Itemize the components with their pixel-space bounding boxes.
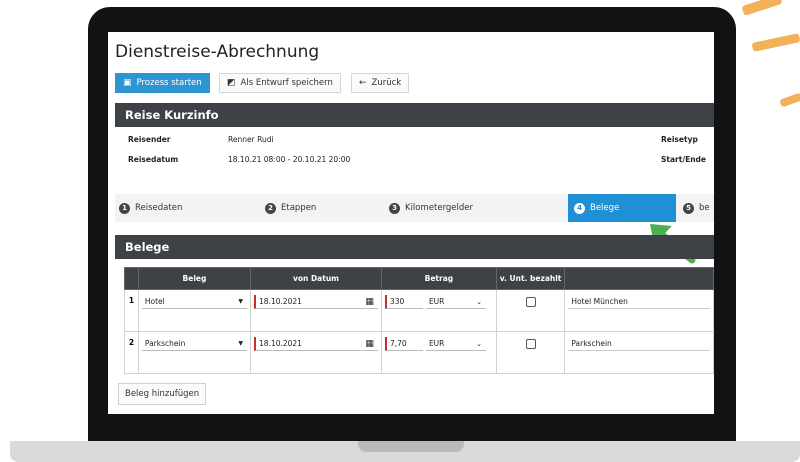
beleg-cell: Hotel ▼	[137, 289, 252, 332]
beleg-select[interactable]: Hotel ▼	[141, 295, 248, 309]
amount-value: 330	[389, 297, 405, 306]
step-label: Etappen	[281, 203, 317, 213]
column-header-von-datum: von Datum	[250, 267, 382, 290]
brush-stroke	[751, 33, 800, 52]
beleg-value: Parkschein	[144, 339, 186, 348]
betrag-cell: 7,70 EUR ⌄	[380, 331, 497, 374]
description-value: Parkschein	[571, 339, 612, 348]
step-number: 4	[574, 202, 585, 214]
step-kilometergelder[interactable]: 3 Kilometergelder	[389, 194, 473, 222]
belege-header: Belege	[115, 235, 714, 259]
step-number: 5	[683, 202, 694, 214]
laptop-notch	[358, 441, 464, 452]
date-value: 18.10.2021	[259, 297, 302, 306]
step-number: 3	[389, 202, 400, 214]
back-label: Zurück	[371, 78, 402, 88]
step-number: 2	[265, 202, 276, 214]
page-title: Dienstreise-Abrechnung	[115, 42, 320, 62]
save-draft-button[interactable]: ◩ Als Entwurf speichern	[219, 73, 341, 93]
row-number: 2	[124, 331, 139, 374]
step-label: be	[699, 203, 710, 213]
step-reisedaten[interactable]: 1 Reisedaten	[119, 194, 182, 222]
column-header-beschreibung	[564, 267, 714, 290]
step-etappen[interactable]: 2 Etappen	[265, 194, 316, 222]
currency-select[interactable]: EUR ⌄	[425, 295, 486, 309]
reisender-value: Renner Rudi	[228, 135, 274, 144]
paid-checkbox[interactable]	[525, 339, 536, 349]
step-belege[interactable]: 4 Belege	[568, 194, 676, 222]
bezahlt-cell	[495, 289, 566, 332]
startende-label: Start/Ende	[661, 155, 706, 164]
reisender-label: Reisender	[128, 135, 171, 144]
column-header-nr	[124, 267, 139, 290]
beleg-select[interactable]: Parkschein ▼	[141, 337, 248, 351]
step-5[interactable]: 5 be	[683, 194, 710, 222]
description-input[interactable]: Hotel München	[568, 295, 710, 309]
beleg-cell: Parkschein ▼	[137, 331, 252, 374]
save-icon: ▣	[123, 78, 132, 88]
column-header-bezahlt: v. Unt. bezahlt	[495, 267, 566, 290]
step-label: Belege	[590, 203, 620, 213]
step-number: 1	[119, 202, 130, 214]
start-process-button[interactable]: ▣ Prozess starten	[115, 73, 210, 93]
column-header-betrag: Betrag	[380, 267, 497, 290]
datum-cell: 18.10.2021 ▦	[250, 331, 382, 374]
step-label: Reisedaten	[135, 203, 183, 213]
amount-input[interactable]: 330	[384, 295, 423, 309]
app-screen: Dienstreise-Abrechnung ▣ Prozess starten…	[108, 32, 714, 414]
date-value: 18.10.2021	[259, 339, 302, 348]
beschreibung-cell: Parkschein	[564, 331, 714, 374]
draft-icon: ◩	[227, 78, 236, 88]
beschreibung-cell: Hotel München	[564, 289, 714, 332]
add-beleg-button[interactable]: Beleg hinzufügen	[118, 383, 207, 405]
paid-checkbox[interactable]	[525, 297, 536, 307]
amount-input[interactable]: 7,70	[384, 337, 423, 351]
kurzinfo-header: Reise Kurzinfo	[115, 103, 714, 127]
save-draft-label: Als Entwurf speichern	[240, 78, 333, 88]
calendar-icon[interactable]: ▦	[365, 297, 374, 307]
description-input[interactable]: Parkschein	[568, 337, 710, 351]
beleg-value: Hotel	[144, 297, 165, 306]
start-process-label: Prozess starten	[136, 78, 202, 88]
currency-value: EUR	[428, 297, 445, 306]
calendar-icon[interactable]: ▦	[365, 339, 374, 349]
date-input[interactable]: 18.10.2021 ▦	[254, 337, 378, 351]
date-input[interactable]: 18.10.2021 ▦	[254, 295, 378, 309]
arrow-left-icon: ←	[359, 78, 367, 88]
column-header-beleg: Beleg	[137, 267, 252, 290]
table-header-row: Beleg von Datum Betrag v. Unt. bezahlt	[124, 267, 714, 290]
bezahlt-cell	[495, 331, 566, 374]
brush-stroke	[779, 92, 800, 108]
step-label: Kilometergelder	[405, 203, 474, 213]
datum-cell: 18.10.2021 ▦	[250, 289, 382, 332]
reisedatum-label: Reisedatum	[128, 155, 179, 164]
description-value: Hotel München	[571, 297, 628, 306]
row-number: 1	[124, 289, 139, 332]
reisedatum-value: 18.10.21 08:00 - 20.10.21 20:00	[228, 155, 351, 164]
wizard-steps: 1 Reisedaten 2 Etappen 3 Kilometergelder…	[115, 194, 714, 222]
brush-stroke	[741, 0, 783, 16]
dropdown-caret-icon: ▼	[238, 340, 244, 347]
belege-table: Beleg von Datum Betrag v. Unt. bezahlt 1…	[124, 267, 714, 374]
reisetyp-label: Reisetyp	[661, 135, 698, 144]
currency-select[interactable]: EUR ⌄	[425, 337, 486, 351]
table-row: 1 Hotel ▼ 18.10.2021 ▦ 330 EUR ⌄ Hotel M…	[124, 289, 714, 332]
betrag-cell: 330 EUR ⌄	[380, 289, 497, 332]
dropdown-caret-icon: ▼	[238, 298, 244, 305]
amount-value: 7,70	[389, 339, 407, 348]
chevron-down-icon: ⌄	[476, 339, 482, 348]
back-button[interactable]: ← Zurück	[351, 73, 410, 93]
chevron-down-icon: ⌄	[476, 297, 482, 306]
table-row: 2 Parkschein ▼ 18.10.2021 ▦ 7,70 EUR ⌄ P…	[124, 331, 714, 374]
currency-value: EUR	[428, 339, 445, 348]
